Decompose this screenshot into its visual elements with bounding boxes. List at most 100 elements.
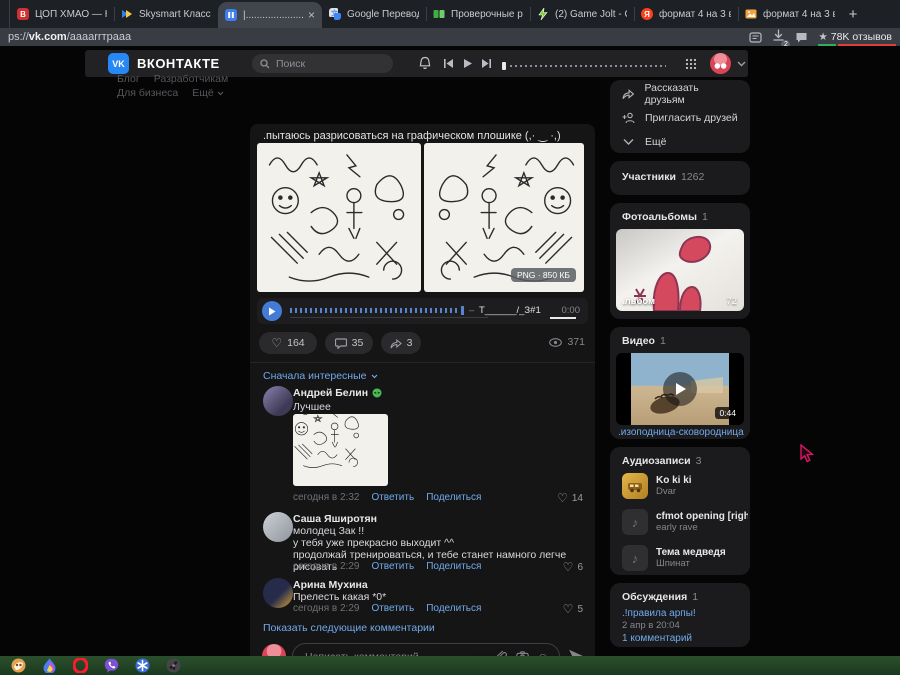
- audio-track-title[interactable]: Т______/_З#1: [479, 305, 541, 316]
- tab-skysmart[interactable]: Skysmart Класс: [114, 0, 218, 28]
- audio-volume-line[interactable]: [550, 317, 576, 319]
- members-card[interactable]: Участники 1262: [610, 161, 750, 195]
- paint-droplet-icon[interactable]: [42, 658, 57, 673]
- comment-avatar[interactable]: [263, 386, 293, 416]
- comments-bubble-icon[interactable]: [795, 31, 808, 44]
- comment-time[interactable]: сегодня в 2:29: [293, 603, 359, 614]
- link-more[interactable]: Ещё: [192, 87, 224, 99]
- comment-avatar[interactable]: [263, 512, 293, 542]
- video-thumbnail[interactable]: 0:44: [616, 353, 744, 425]
- player-next-icon[interactable]: [481, 58, 492, 69]
- blue-messenger-app-icon[interactable]: [135, 658, 150, 673]
- tab-tests[interactable]: Проверочные работ: [426, 0, 530, 28]
- tab-format-yandex[interactable]: Я формат 4 на 3 в пик: [634, 0, 738, 28]
- bell-icon[interactable]: [418, 56, 432, 71]
- tell-friends-item[interactable]: Рассказать друзьям: [610, 82, 750, 106]
- profile-avatar[interactable]: [710, 53, 731, 74]
- comment-image[interactable]: [293, 414, 388, 486]
- reader-mode-icon[interactable]: [749, 31, 762, 44]
- audio-seek-line[interactable]: [290, 317, 488, 318]
- discussion-comments-link[interactable]: 1 комментарий: [622, 633, 692, 644]
- post-card: .пытаюсь разрисоваться на графическом пл…: [250, 124, 595, 656]
- tab-google-translate[interactable]: 文 Google Переводчик: [322, 0, 426, 28]
- url-bar[interactable]: ps://vk.com/aaaarrтpaaa 2 ★ 78K отзывов: [0, 28, 900, 49]
- downloads-icon[interactable]: 2: [772, 29, 791, 49]
- albums-header[interactable]: Фотоальбомы 1: [622, 211, 708, 223]
- comment-time[interactable]: сегодня в 2:29: [293, 561, 359, 572]
- share-button[interactable]: 3: [381, 332, 421, 354]
- fan-utility-icon[interactable]: [166, 658, 181, 673]
- comment-button[interactable]: 35: [325, 332, 373, 354]
- tab-title: (2) Game Jolt - Game: [555, 8, 627, 20]
- audio-header[interactable]: Аудиозаписи 3: [622, 455, 701, 467]
- show-more-comments-link[interactable]: Показать следующие комментарии: [263, 622, 435, 634]
- audio-track[interactable]: Ko ki ki Dvar: [622, 473, 692, 499]
- album-thumbnail[interactable]: .льбом 72: [616, 229, 744, 311]
- comment-likes[interactable]: ♡ 5: [563, 603, 583, 615]
- tab-favicon-red: В: [17, 8, 29, 20]
- star-icon: ★: [818, 30, 828, 43]
- share-link[interactable]: Поделиться: [426, 492, 481, 503]
- comment-time[interactable]: сегодня в 2:32: [293, 492, 359, 503]
- vk-logo-text[interactable]: ВКОНТАКТЕ: [137, 56, 220, 71]
- reply-link[interactable]: Ответить: [371, 603, 414, 614]
- share-link[interactable]: Поделиться: [426, 561, 481, 572]
- user-plus-icon: [622, 112, 635, 124]
- comment-text: молодец Зак !!: [293, 525, 365, 537]
- profile-chevron-down-icon[interactable]: [737, 61, 746, 67]
- vk-logo-icon[interactable]: VK: [108, 53, 129, 74]
- heart-icon: ♡: [562, 602, 574, 616]
- more-actions-item[interactable]: Ещё: [610, 130, 750, 154]
- video-title-link[interactable]: .изоподница-сковородница: [618, 427, 744, 438]
- reply-link[interactable]: Ответить: [371, 492, 414, 503]
- track-info: Тема медведя Шпинат: [656, 547, 726, 569]
- tab-format-image[interactable]: формат 4 на 3 в пик: [738, 0, 842, 28]
- track-artist: Шпинат: [656, 558, 690, 569]
- new-tab-button[interactable]: +: [842, 3, 864, 25]
- comment-likes[interactable]: ♡ 14: [557, 492, 583, 504]
- discussions-header[interactable]: Обсуждения 1: [622, 591, 698, 603]
- like-count: 164: [287, 337, 305, 349]
- comment-author[interactable]: Арина Мухина: [293, 579, 368, 591]
- apps-grid-icon[interactable]: [685, 58, 697, 70]
- reviews-rating[interactable]: ★ 78K отзывов: [818, 30, 897, 46]
- player-progress-track[interactable]: [510, 65, 666, 67]
- invite-friends-item[interactable]: Пригласить друзей: [610, 106, 750, 130]
- comment-avatar[interactable]: [263, 578, 293, 608]
- comments-sort-dropdown[interactable]: Сначала интересные: [263, 370, 378, 382]
- like-button[interactable]: ♡ 164: [259, 332, 317, 354]
- tab-gamejolt[interactable]: (2) Game Jolt - Game: [530, 0, 634, 28]
- audio-track[interactable]: ♪ cfmot opening [right ver… early rave: [622, 509, 748, 535]
- audio-progress-dashes[interactable]: [290, 308, 460, 313]
- post-attachments: PNG · 850 КБ: [257, 143, 588, 292]
- audio-track[interactable]: ♪ Тема медведя Шпинат: [622, 545, 726, 571]
- tab-vk-active[interactable]: |............................. ×: [218, 2, 322, 28]
- search-input[interactable]: Поиск: [252, 54, 393, 73]
- discussions-card: Обсуждения 1 .!правила арпы! 2 апр в 20:0…: [610, 583, 750, 647]
- link-business[interactable]: Для бизнеса: [117, 87, 178, 99]
- post-image-1[interactable]: [257, 143, 421, 292]
- reply-link[interactable]: Ответить: [371, 561, 414, 572]
- discussion-topic-link[interactable]: .!правила арпы!: [622, 608, 696, 619]
- comment-author[interactable]: Саша Яширотян: [293, 513, 377, 525]
- comment-likes[interactable]: ♡ 6: [563, 561, 583, 573]
- post-image-2[interactable]: PNG · 850 КБ: [424, 143, 584, 292]
- video-header[interactable]: Видео 1: [622, 335, 666, 347]
- tab-title: формат 4 на 3 в пик: [763, 8, 835, 20]
- player-prev-icon[interactable]: [443, 58, 454, 69]
- game-app-icon[interactable]: [11, 658, 26, 673]
- send-icon[interactable]: [568, 648, 584, 656]
- audio-play-button[interactable]: [262, 301, 282, 321]
- opera-icon[interactable]: [73, 658, 88, 673]
- link-blog[interactable]: Блог: [117, 73, 140, 85]
- share-link[interactable]: Поделиться: [426, 603, 481, 614]
- link-developers[interactable]: Разработчикам: [154, 73, 229, 85]
- player-play-icon[interactable]: [462, 58, 473, 69]
- tab-close-icon[interactable]: ×: [308, 8, 315, 22]
- footer-links-row1: Блог Разработчикам: [117, 73, 228, 85]
- track-art-note-icon: ♪: [622, 509, 648, 535]
- viber-icon[interactable]: [104, 658, 119, 673]
- tab-cop-hmao[interactable]: В ЦОП ХМАО — ЮГРЫ: [10, 0, 114, 28]
- comment-meta: сегодня в 2:29 Ответить Поделиться: [293, 561, 481, 572]
- comment-author[interactable]: Андрей Белин: [293, 387, 382, 399]
